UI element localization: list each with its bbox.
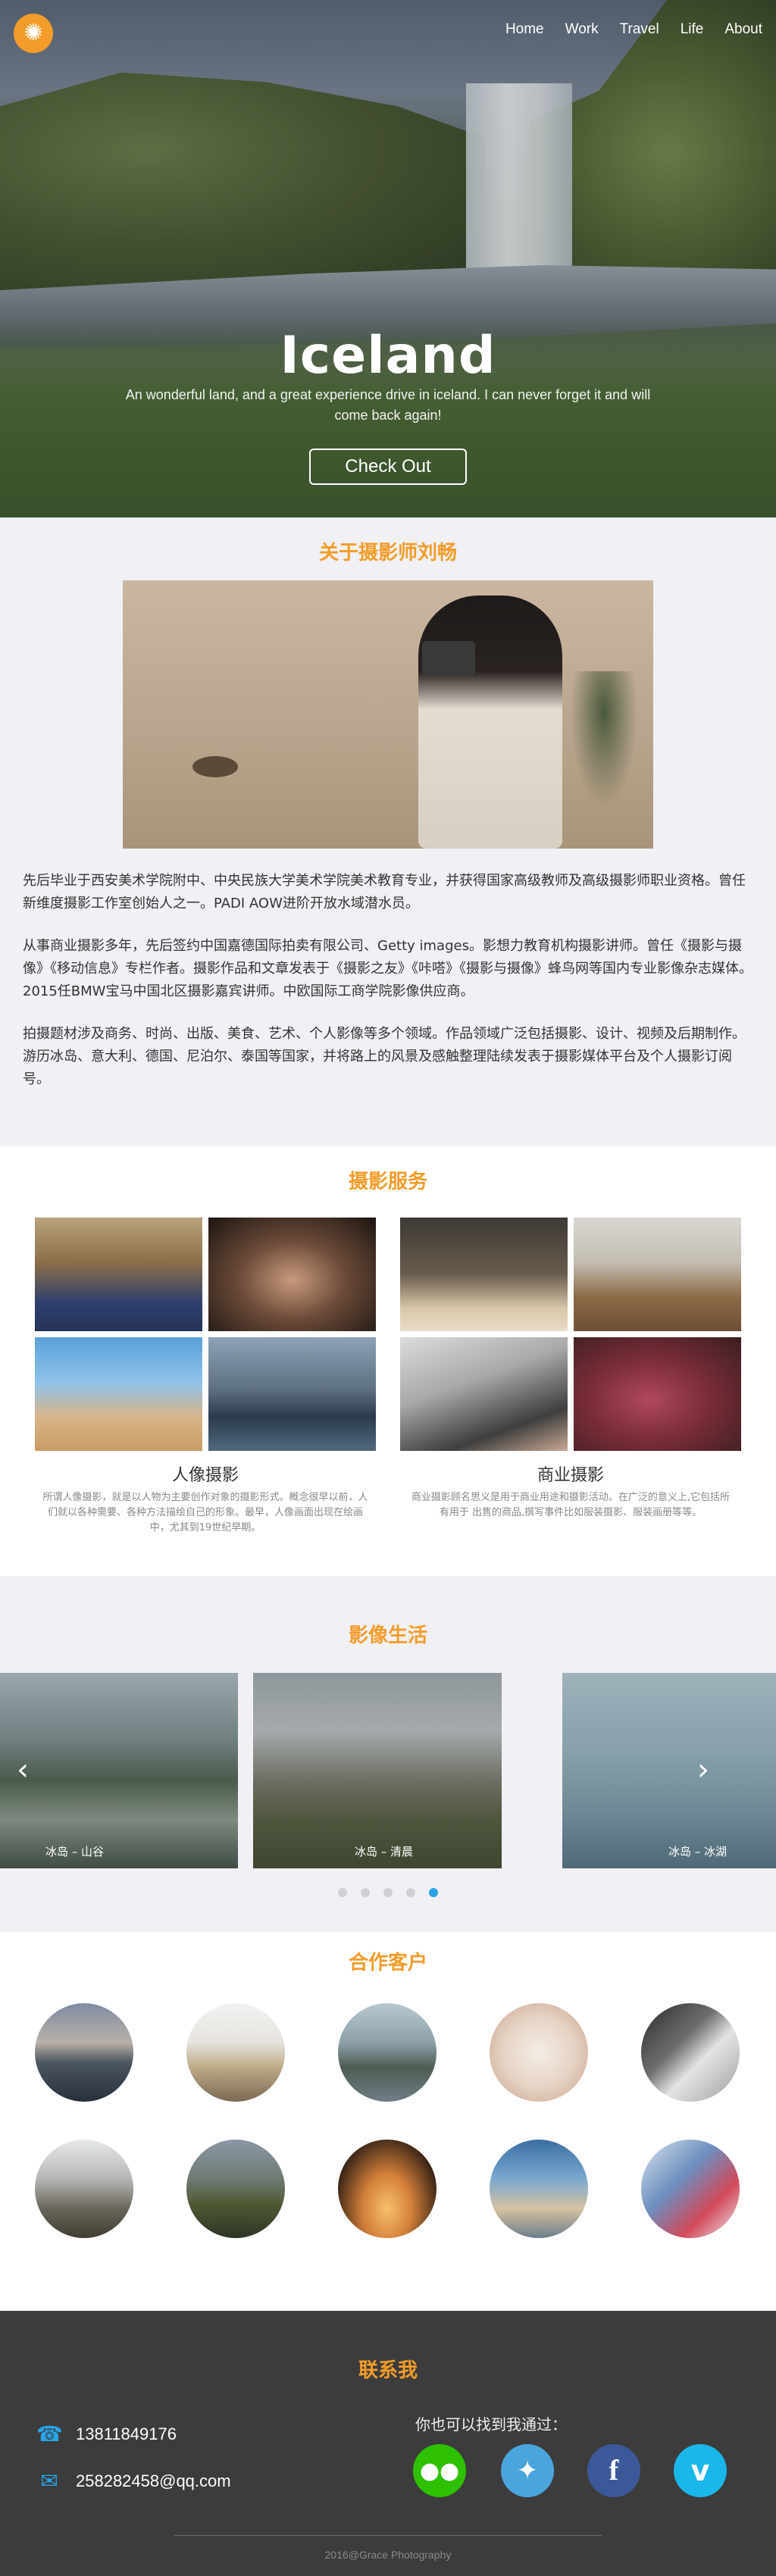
carousel-slide[interactable]: 冰岛 – 冰湖: [562, 1673, 776, 1868]
client-logo[interactable]: [338, 2003, 436, 2102]
commercial-photo[interactable]: [574, 1218, 741, 1331]
client-logo[interactable]: [641, 2003, 740, 2102]
clients-title: 合作客户: [348, 1952, 427, 1974]
service-description: 商业摄影顾名思义是用于商业用途和摄影活动。在广泛的意义上,它包括所有用于 出售的…: [411, 1492, 731, 1518]
hero-overlay: [0, 0, 776, 517]
slide-caption: 冰岛 – 山谷: [45, 1845, 105, 1859]
client-logo[interactable]: [35, 2003, 133, 2102]
aperture-logo-icon[interactable]: ✺: [14, 14, 53, 53]
service-name: 人像摄影: [171, 1466, 239, 1485]
slide-caption: 冰岛 – 清晨: [355, 1845, 414, 1859]
email-address[interactable]: 258282458@qq.com: [76, 2471, 231, 2491]
client-logo[interactable]: [338, 2140, 436, 2238]
service-description: 所谓人像摄影，就是以人物为主要创作对象的摄影形式。概念很早以前，人们就以各种需要…: [42, 1492, 368, 1533]
carousel-dot-active[interactable]: [429, 1888, 438, 1897]
painted-bird: [192, 756, 238, 777]
carousel-slide[interactable]: 冰岛 – 清晨: [253, 1673, 502, 1868]
phone-line: ☎ 13811849176: [36, 2421, 177, 2447]
photographer-figure: [418, 596, 562, 849]
top-nav: Home Work Travel Life About: [505, 21, 762, 38]
life-title: 影像生活: [348, 1624, 427, 1647]
phone-number[interactable]: 13811849176: [76, 2424, 177, 2444]
about-paragraph: 拍摄题材涉及商务、时尚、出版、美食、艺术、个人影像等多个领域。作品领域广泛包括摄…: [23, 1026, 746, 1087]
about-paragraph: 先后毕业于西安美术学院附中、中央民族大学美术学院美术教育专业，并获得国家高级教师…: [23, 873, 746, 911]
footer-divider: [174, 2535, 602, 2536]
nav-home[interactable]: Home: [505, 21, 544, 38]
copyright-text: 2016@Grace Photography: [324, 2549, 452, 2561]
phone-icon: ☎: [36, 2422, 63, 2446]
client-logo[interactable]: [186, 2003, 285, 2102]
commercial-photo[interactable]: [400, 1337, 568, 1451]
nav-travel[interactable]: Travel: [620, 21, 659, 38]
nav-work[interactable]: Work: [565, 21, 599, 38]
commercial-photo[interactable]: [574, 1337, 741, 1451]
facebook-icon[interactable]: f: [587, 2444, 640, 2497]
service-name: 商业摄影: [537, 1466, 604, 1485]
portrait-photo[interactable]: [208, 1337, 376, 1451]
hero-title: Iceland: [280, 326, 496, 386]
email-line: ✉ 258282458@qq.com: [36, 2468, 231, 2494]
carousel-dot[interactable]: [338, 1888, 347, 1897]
services-section: 摄影服务 人像摄影 所谓人像摄影，就是以人物为主要创作对象的摄影形式。概念很早以…: [0, 1146, 776, 1576]
portrait-service[interactable]: 人像摄影 所谓人像摄影，就是以人物为主要创作对象的摄影形式。概念很早以前，人们就…: [35, 1218, 376, 1536]
carousel-dot[interactable]: [406, 1888, 415, 1897]
carousel-slide[interactable]: 冰岛 – 山谷: [0, 1673, 238, 1868]
camera-icon: [422, 641, 475, 675]
check-out-button[interactable]: Check Out: [309, 449, 467, 485]
hero-subtitle: An wonderful land, and a great experienc…: [125, 387, 651, 423]
commercial-photo[interactable]: [400, 1218, 568, 1331]
about-section: 关于摄影师刘畅 先后毕业于西安美术学院附中、中央民族大学美术学院美术教育专业，并…: [0, 517, 776, 1146]
carousel-dot[interactable]: [361, 1888, 370, 1897]
mail-icon: ✉: [40, 2469, 58, 2493]
next-arrow-icon[interactable]: ›: [697, 1755, 709, 1785]
nav-life[interactable]: Life: [681, 21, 704, 38]
hero-banner: ✺ Home Work Travel Life About Iceland An…: [0, 0, 776, 517]
client-logo[interactable]: [35, 2140, 133, 2238]
prev-arrow-icon[interactable]: ‹: [17, 1755, 29, 1785]
bamboo-leaves: [570, 671, 638, 808]
wechat-icon[interactable]: ●●: [413, 2444, 466, 2497]
portrait-photo[interactable]: [208, 1218, 376, 1331]
client-logo[interactable]: [490, 2140, 588, 2238]
photographer-photo: [123, 580, 653, 849]
client-logo[interactable]: [641, 2140, 740, 2238]
commercial-service[interactable]: 商业摄影 商业摄影顾名思义是用于商业用途和摄影活动。在广泛的意义上,它包括所有用…: [400, 1218, 741, 1521]
slide-caption: 冰岛 – 冰湖: [668, 1845, 728, 1859]
clients-section: 合作客户: [0, 1932, 776, 2311]
services-title: 摄影服务: [348, 1171, 427, 1193]
life-section: 影像生活 冰岛 – 山谷 冰岛 – 清晨 冰岛 – 冰湖 ‹ ›: [0, 1576, 776, 1932]
portrait-photo[interactable]: [35, 1337, 202, 1451]
contact-footer: 联系我 ☎ 13811849176 ✉ 258282458@qq.com 你也可…: [0, 2311, 776, 2576]
client-logo[interactable]: [490, 2003, 588, 2102]
about-paragraph: 从事商业摄影多年，先后签约中国嘉德国际拍卖有限公司、Getty images。影…: [23, 938, 753, 999]
client-logo[interactable]: [186, 2140, 285, 2238]
find-me-label: 你也可以找到我通过：: [415, 2415, 567, 2434]
carousel-dots: [0, 1888, 776, 1897]
vimeo-icon[interactable]: v: [674, 2444, 727, 2497]
nav-about[interactable]: About: [724, 21, 762, 38]
about-title: 关于摄影师刘畅: [318, 542, 457, 564]
contact-title: 联系我: [358, 2359, 418, 2382]
carousel-dot[interactable]: [383, 1888, 393, 1897]
twitter-icon[interactable]: ✦: [501, 2444, 554, 2497]
photo-carousel[interactable]: 冰岛 – 山谷 冰岛 – 清晨 冰岛 – 冰湖 ‹ ›: [0, 1673, 776, 1868]
portrait-photo[interactable]: [35, 1218, 202, 1331]
